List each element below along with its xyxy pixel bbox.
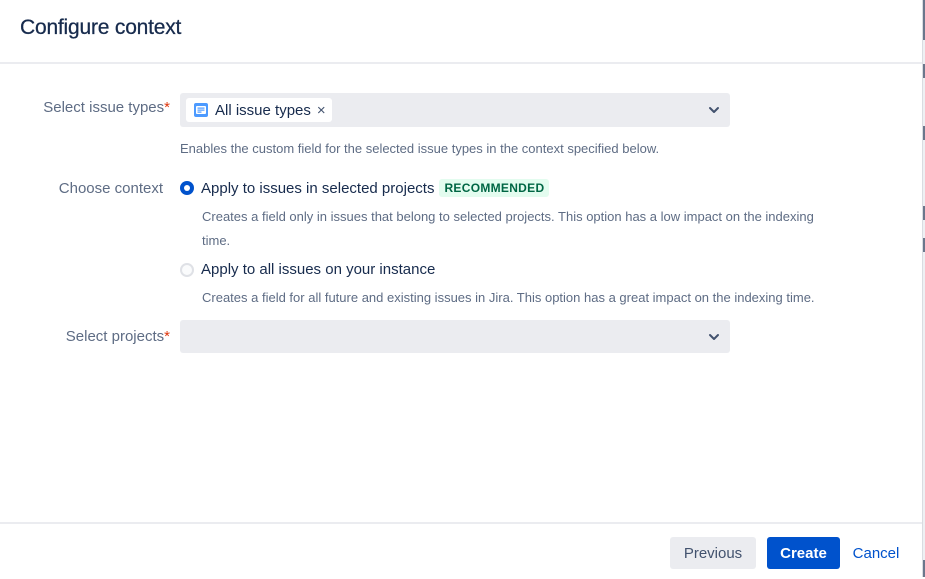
issue-types-label: Select issue types*	[0, 99, 170, 116]
radio-unchecked[interactable]	[180, 262, 194, 277]
context-option-label[interactable]: Apply to issues in selected projects	[201, 180, 434, 197]
description-line: Creates a field only in issues that belo…	[202, 209, 814, 224]
required-marker: *	[164, 99, 170, 116]
context-option-label[interactable]: Apply to all issues on your instance	[201, 261, 435, 278]
dialog-title: Configure context	[20, 16, 182, 39]
choose-context-label: Choose context	[58, 180, 163, 197]
projects-label: Select projects*	[0, 328, 170, 345]
projects-select[interactable]	[180, 320, 730, 353]
dialog-footer: Previous Create Cancel	[0, 522, 922, 579]
cancel-button[interactable]: Cancel	[845, 537, 907, 569]
chevron-down-icon[interactable]	[707, 330, 721, 344]
radio-checked[interactable]	[180, 181, 194, 195]
chevron-down-icon[interactable]	[707, 103, 721, 117]
projects-label-text: Select projects	[65, 328, 165, 345]
context-option-selected-projects[interactable]: Apply to issues in selected projects REC…	[180, 179, 550, 197]
recommended-badge: RECOMMENDED	[439, 179, 550, 197]
issue-type-tag: All issue types ×	[186, 98, 332, 122]
remove-tag-icon[interactable]: ×	[317, 103, 326, 118]
required-marker: *	[164, 328, 170, 345]
previous-button[interactable]: Previous	[670, 537, 756, 569]
dialog-header: Configure context	[0, 0, 922, 64]
context-option-description: Creates a field for all future and exist…	[202, 290, 815, 305]
create-button[interactable]: Create	[767, 537, 840, 569]
issue-type-icon	[194, 103, 208, 117]
context-option-all-issues[interactable]: Apply to all issues on your instance	[180, 261, 435, 278]
issue-type-tag-label: All issue types	[215, 101, 311, 119]
issue-types-help-text: Enables the custom field for the selecte…	[180, 141, 660, 156]
configure-context-dialog: Configure context Select issue types* Al…	[0, 0, 922, 577]
issue-types-label-text: Select issue types	[43, 99, 165, 116]
context-option-description: Creates a field only in issues that belo…	[202, 205, 814, 253]
description-line: time.	[202, 233, 231, 248]
issue-types-select[interactable]: All issue types ×	[180, 93, 730, 127]
